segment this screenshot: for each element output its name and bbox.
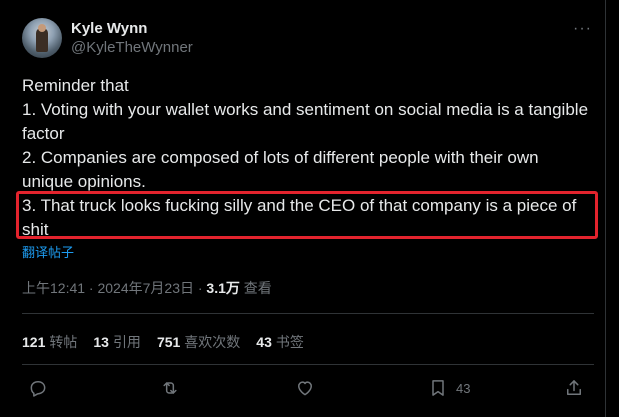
tweet-timestamp[interactable]: 上午12:41 · 2024年7月23日 · bbox=[22, 280, 206, 296]
likes-stat[interactable]: 751 喜欢次数 bbox=[157, 332, 240, 352]
divider bbox=[22, 313, 594, 314]
user-name[interactable]: Kyle Wynn bbox=[71, 20, 147, 37]
bookmark-button[interactable]: 43 bbox=[428, 378, 470, 398]
bookmark-icon bbox=[432, 380, 444, 396]
retweets-count: 121 bbox=[22, 334, 46, 350]
bookmark-count: 43 bbox=[456, 380, 471, 396]
views-label: 查看 bbox=[239, 280, 272, 296]
quotes-label: 引用 bbox=[112, 334, 141, 350]
avatar[interactable] bbox=[22, 18, 62, 58]
action-bar: 43 bbox=[22, 378, 594, 402]
tweet-line: 2. Companies are composed of lots of dif… bbox=[22, 148, 539, 191]
bookmarks-stat[interactable]: 43 书签 bbox=[256, 332, 304, 352]
likes-label: 喜欢次数 bbox=[184, 334, 241, 350]
bookmarks-label: 书签 bbox=[275, 334, 304, 350]
retweet-button[interactable] bbox=[160, 378, 180, 398]
share-icon bbox=[567, 380, 581, 395]
more-options-icon[interactable]: ··· bbox=[573, 20, 592, 38]
tweet-header: Kyle Wynn @KyleTheWynner ··· bbox=[22, 18, 592, 58]
views-count: 3.1万 bbox=[206, 280, 240, 296]
tweet-meta: 上午12:41 · 2024年7月23日 · 3.1万 查看 bbox=[22, 278, 272, 298]
like-button[interactable] bbox=[295, 378, 315, 398]
bookmarks-count: 43 bbox=[256, 334, 272, 350]
reply-button[interactable] bbox=[28, 378, 48, 398]
retweets-stat[interactable]: 121 转帖 bbox=[22, 332, 77, 352]
retweets-label: 转帖 bbox=[49, 334, 78, 350]
retweet-icon bbox=[163, 382, 177, 394]
tweet-detail: Kyle Wynn @KyleTheWynner ··· Reminder th… bbox=[0, 0, 606, 417]
heart-icon bbox=[298, 381, 312, 396]
tweet-line: Reminder that bbox=[22, 76, 129, 95]
tweet-line: 1. Voting with your wallet works and sen… bbox=[22, 100, 589, 143]
likes-count: 751 bbox=[156, 334, 181, 350]
quotes-stat[interactable]: 13 引用 bbox=[93, 332, 141, 352]
user-handle[interactable]: @KyleTheWynner bbox=[71, 39, 193, 56]
engagement-stats: 121 转帖 13 引用 751 喜欢次数 43 书签 bbox=[22, 332, 304, 352]
quotes-count: 13 bbox=[93, 334, 109, 350]
divider bbox=[22, 364, 594, 365]
avatar-head bbox=[38, 24, 46, 32]
translate-post-link[interactable]: 翻译帖子 bbox=[22, 242, 74, 261]
share-button[interactable] bbox=[564, 378, 584, 398]
reply-icon bbox=[30, 381, 46, 397]
highlight-annotation-box bbox=[16, 191, 598, 239]
